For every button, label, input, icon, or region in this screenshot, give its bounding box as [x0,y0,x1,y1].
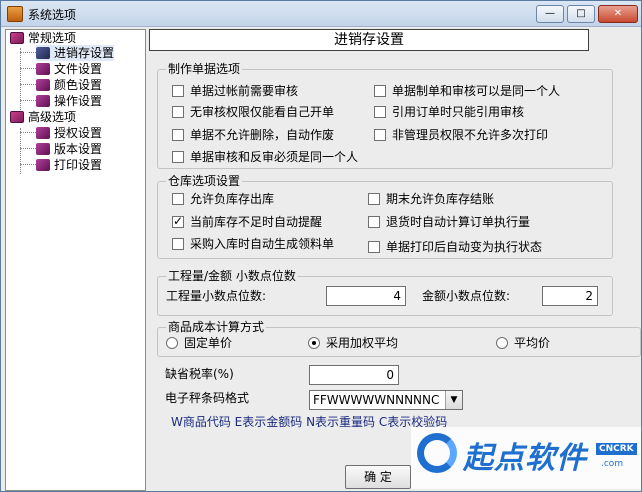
checkbox-box [172,85,184,97]
radio-dot [166,337,178,349]
checkbox-box [172,238,184,250]
section-header: 进销存设置 [149,29,589,51]
qty-decimals-label: 工程量小数点位数: [166,289,267,303]
checkbox-box [172,193,184,205]
tree-connector [20,148,36,149]
amount-decimals-label: 金额小数点位数: [422,289,511,303]
qty-decimals-input[interactable]: 4 [326,286,406,306]
options-window: 系统选项 — □ ✕ 常规选项 进销存设置 文件设置 颜色设置 操作设置 高级选… [0,0,642,492]
ok-button[interactable]: 确 定 [345,465,411,489]
warehouse-option-checkbox[interactable]: 退货时自动计算订单执行量 [368,215,530,229]
book-icon [10,32,24,44]
checkbox-box [172,151,184,163]
warehouse-option-checkbox[interactable]: 当前库存不足时自动提醒 [172,214,322,229]
settings-page-icon [36,79,50,91]
doc-option-checkbox[interactable]: 引用订单时只能引用审核 [374,105,524,119]
tree-item-operation[interactable]: 操作设置 [36,93,102,109]
tax-label: 缺省税率(%) [165,367,234,381]
amount-decimals-input[interactable]: 2 [542,286,598,306]
settings-page-icon [36,159,50,171]
group-title: 制作单据选项 [166,62,243,76]
settings-page-icon [36,63,50,75]
tools-icon [36,47,50,59]
checkbox-box-checked [172,214,184,228]
window-title: 系统选项 [28,8,77,22]
tax-input[interactable]: 0 [309,365,399,385]
cost-radio-weighted[interactable]: 采用加权平均 [308,336,398,350]
tree-item-file[interactable]: 文件设置 [36,61,102,77]
checkbox-box [172,106,184,118]
tree-connector [20,84,36,85]
warehouse-option-checkbox[interactable]: 采购入库时自动生成领料单 [172,237,334,251]
tree-connector [20,52,36,53]
cost-radio-average[interactable]: 平均价 [496,336,550,350]
app-icon [7,6,23,22]
tree-connector [20,68,36,69]
site-watermark: 起点软件 CNCRK .com [411,427,641,489]
group-title: 商品成本计算方式 [166,320,267,334]
title-bar[interactable]: 系统选项 — □ ✕ [1,1,641,27]
chevron-down-icon[interactable]: ▼ [445,391,462,409]
group-title: 工程量/金额 小数点位数 [166,269,298,283]
doc-option-checkbox[interactable]: 单据制单和审核可以是同一个人 [374,84,560,98]
tree-connector [20,132,36,133]
doc-option-checkbox[interactable]: 单据审核和反审必须是同一个人 [172,150,358,164]
watermark-text: 起点软件 [463,441,587,476]
barcode-hint: W商品代码 E表示金额码 N表示重量码 C表示校验码 [171,415,448,429]
tree-connector [20,164,36,165]
warehouse-options-group: 仓库选项设置 允许负库存出库 期末允许负库存结账 当前库存不足时自动提醒 退货时… [157,174,613,259]
doc-option-checkbox[interactable]: 单据不允许删除，自动作废 [172,128,334,142]
checkbox-box [368,241,380,253]
tree-item-version[interactable]: 版本设置 [36,141,102,157]
barcode-format-value: FFWWWWWNNNNNC [313,393,440,407]
watermark-sub: .com [601,459,624,469]
tree-group-advanced[interactable]: 高级选项 [10,109,76,125]
tree-connector [20,128,21,174]
tree-connector [20,100,36,101]
barcode-format-select[interactable]: FFWWWWWNNNNNC ▼ [309,390,463,410]
tree-item-color[interactable]: 颜色设置 [36,77,102,93]
settings-page-icon [36,127,50,139]
checkbox-box [368,216,380,228]
doc-option-checkbox[interactable]: 单据过帐前需要审核 [172,84,298,98]
radio-dot [496,337,508,349]
barcode-label: 电子秤条码格式 [165,391,250,405]
maximize-button[interactable]: □ [567,5,595,23]
group-title: 仓库选项设置 [166,174,243,188]
radio-dot-selected [308,337,320,349]
checkbox-box [172,129,184,141]
settings-page-icon [36,95,50,107]
watermark-tag: CNCRK [596,443,637,455]
checkbox-box [374,85,386,97]
tree-item-print[interactable]: 打印设置 [36,157,102,173]
options-tree: 常规选项 进销存设置 文件设置 颜色设置 操作设置 高级选项 授权设置 版本设置… [5,29,146,491]
tree-item-license[interactable]: 授权设置 [36,125,102,141]
doc-option-checkbox[interactable]: 无审核权限仅能看自己开单 [172,105,334,119]
checkbox-box [374,106,386,118]
warehouse-option-checkbox[interactable]: 期末允许负库存结账 [368,192,494,206]
decimals-group: 工程量/金额 小数点位数 工程量小数点位数: 4 金额小数点位数: 2 [157,269,613,316]
doc-option-checkbox[interactable]: 非管理员权限不允许多次打印 [374,128,548,142]
settings-page-icon [36,143,50,155]
warehouse-option-checkbox[interactable]: 单据打印后自动变为执行状态 [368,240,542,254]
cost-radio-fixed[interactable]: 固定单价 [166,336,232,350]
tree-group-general[interactable]: 常规选项 [10,30,76,46]
minimize-button[interactable]: — [536,5,564,23]
close-button[interactable]: ✕ [598,5,638,23]
checkbox-box [374,129,386,141]
doc-options-group: 制作单据选项 单据过帐前需要审核 单据制单和审核可以是同一个人 无审核权限仅能看… [157,62,613,169]
book-icon [10,111,24,123]
tree-item-inventory[interactable]: 进销存设置 [36,45,115,61]
settings-panel: 进销存设置 制作单据选项 单据过帐前需要审核 单据制单和审核可以是同一个人 无审… [149,29,641,491]
warehouse-option-checkbox[interactable]: 允许负库存出库 [172,192,274,206]
logo-icon [417,433,457,473]
cost-method-group: 商品成本计算方式 固定单价 采用加权平均 平均价 [157,320,641,357]
checkbox-box [368,193,380,205]
